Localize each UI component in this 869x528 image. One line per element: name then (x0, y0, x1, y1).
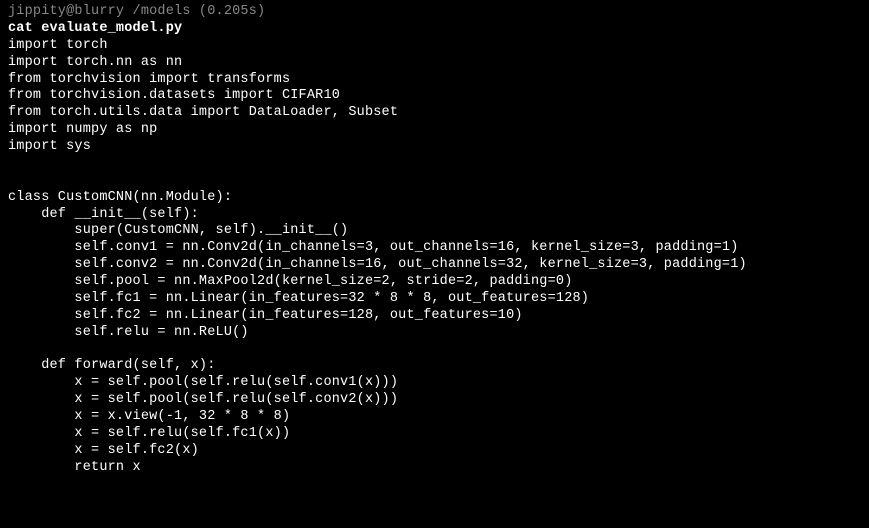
code-line: import numpy as np (8, 122, 861, 139)
code-line: self.relu = nn.ReLU() (8, 325, 861, 342)
code-line: from torchvision import transforms (8, 72, 861, 89)
code-line: return x (8, 460, 861, 477)
code-line: def forward(self, x): (8, 358, 861, 375)
code-line (8, 173, 861, 190)
shell-command: cat evaluate_model.py (8, 21, 861, 38)
code-line: x = self.pool(self.relu(self.conv1(x))) (8, 375, 861, 392)
code-line (8, 156, 861, 173)
code-line: self.conv1 = nn.Conv2d(in_channels=3, ou… (8, 240, 861, 257)
file-output: import torchimport torch.nn as nnfrom to… (8, 38, 861, 477)
code-line: self.pool = nn.MaxPool2d(kernel_size=2, … (8, 274, 861, 291)
code-line: import torch (8, 38, 861, 55)
code-line (8, 342, 861, 359)
code-line: def __init__(self): (8, 207, 861, 224)
code-line: self.fc1 = nn.Linear(in_features=32 * 8 … (8, 291, 861, 308)
code-line: import sys (8, 139, 861, 156)
code-line: import torch.nn as nn (8, 55, 861, 72)
code-line: x = self.fc2(x) (8, 443, 861, 460)
code-line: from torchvision.datasets import CIFAR10 (8, 88, 861, 105)
code-line: self.fc2 = nn.Linear(in_features=128, ou… (8, 308, 861, 325)
code-line: super(CustomCNN, self).__init__() (8, 223, 861, 240)
code-line: from torch.utils.data import DataLoader,… (8, 105, 861, 122)
code-line: x = self.relu(self.fc1(x)) (8, 426, 861, 443)
code-line: self.conv2 = nn.Conv2d(in_channels=16, o… (8, 257, 861, 274)
code-line: class CustomCNN(nn.Module): (8, 190, 861, 207)
shell-prompt: jippity@blurry /models (0.205s) (8, 4, 861, 21)
code-line: x = x.view(-1, 32 * 8 * 8) (8, 409, 861, 426)
code-line: x = self.pool(self.relu(self.conv2(x))) (8, 392, 861, 409)
